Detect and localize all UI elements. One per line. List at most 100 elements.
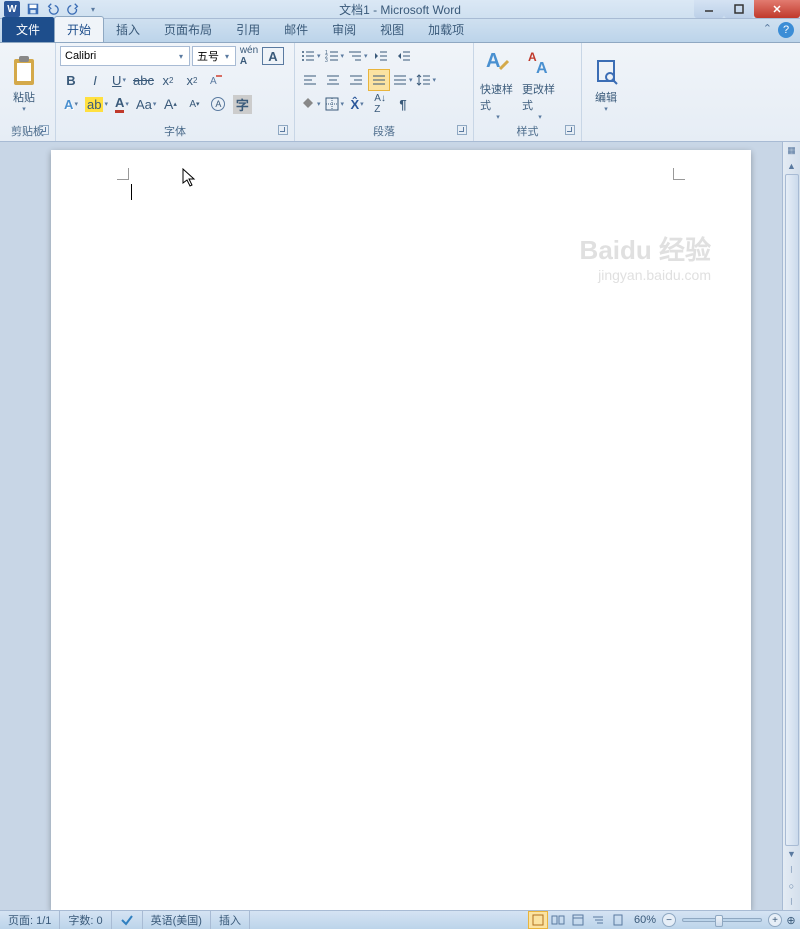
text-cursor [131,184,132,200]
enclose-char-button[interactable]: A [207,93,229,115]
tab-file[interactable]: 文件 [2,17,54,42]
tab-layout[interactable]: 页面布局 [152,17,224,42]
strikethrough-button[interactable]: abc [132,69,155,91]
line-spacing-button[interactable] [415,69,438,91]
status-page[interactable]: 页面: 1/1 [0,911,60,929]
clipboard-group-label: 剪贴板 [4,123,51,139]
subscript-button[interactable]: x2 [157,69,179,91]
status-proofing[interactable] [112,911,143,929]
align-center-button[interactable] [322,69,344,91]
group-edit: 编辑▾ [582,43,630,141]
vertical-scrollbar[interactable]: ▦ ▲ ▼ ⦚ ○ ⦚ [782,142,800,910]
italic-button[interactable]: I [84,69,106,91]
web-layout-view-icon[interactable] [568,911,588,929]
underline-button[interactable]: U [108,69,130,91]
next-page-icon[interactable]: ⦚ [784,894,800,910]
scrollbar-thumb[interactable] [785,174,799,846]
paste-button[interactable]: 粘贴 ▾ [4,45,44,123]
group-styles: A 快速样式▾ AA 更改样式▾ 样式 [474,43,582,141]
text-effects-button[interactable]: A [60,93,82,115]
borders-button[interactable] [323,93,346,115]
margin-marker-top-left [117,168,129,180]
bold-button[interactable]: B [60,69,82,91]
outline-view-icon[interactable] [588,911,608,929]
clear-formatting-button[interactable]: A [205,69,227,91]
zoom-fit-icon[interactable]: ⊕ [782,914,800,927]
zoom-percent[interactable]: 60% [628,914,662,926]
help-icon[interactable]: ? [778,22,794,38]
bullets-button[interactable] [299,45,322,67]
sort-button[interactable]: A↓Z [369,93,391,115]
distribute-button[interactable] [391,69,414,91]
ribbon-tabs: 文件 开始 插入 页面布局 引用 邮件 审阅 视图 加载项 ⌃ ? [0,19,800,43]
increase-indent-button[interactable] [393,45,415,67]
grow-font-button[interactable]: A▴ [159,93,181,115]
save-icon[interactable] [24,0,42,18]
draft-view-icon[interactable] [608,911,628,929]
justify-button[interactable] [368,69,390,91]
status-insert-mode[interactable]: 插入 [211,911,250,929]
tab-mail[interactable]: 邮件 [272,17,320,42]
change-case-button[interactable]: Aa [135,93,157,115]
zoom-slider[interactable] [682,918,762,922]
clipboard-launcher-icon[interactable] [39,125,49,135]
minimize-button[interactable] [694,0,724,18]
group-paragraph: 123 [295,43,474,141]
fullscreen-reading-view-icon[interactable] [548,911,568,929]
styles-launcher-icon[interactable] [565,125,575,135]
character-border-button[interactable]: A [262,47,284,65]
zoom-out-button[interactable]: − [662,913,676,927]
change-styles-label: 更改样式 [522,81,558,113]
tab-references[interactable]: 引用 [224,17,272,42]
paragraph-group-label: 段落 [299,123,469,139]
tab-view[interactable]: 视图 [368,17,416,42]
watermark: Baidu 经验 jingyan.baidu.com [580,230,711,283]
highlight-button[interactable]: ab [84,93,109,115]
status-language[interactable]: 英语(美国) [143,911,211,929]
scroll-up-icon[interactable]: ▲ [784,158,800,174]
asian-layout-button[interactable]: X̂ [346,93,368,115]
margin-marker-top-right [673,168,685,180]
font-name-combo[interactable]: Calibri▾ [60,46,190,66]
ribbon: 粘贴 ▾ 剪贴板 Calibri▾ 五号▾ wénA A B [0,43,800,142]
show-hide-button[interactable]: ¶ [392,93,414,115]
zoom-in-button[interactable]: + [768,913,782,927]
change-styles-button[interactable]: AA 更改样式▾ [520,45,560,123]
find-button[interactable]: 编辑▾ [586,45,626,123]
align-left-button[interactable] [299,69,321,91]
quick-styles-button[interactable]: A 快速样式▾ [478,45,518,123]
tab-home[interactable]: 开始 [54,16,104,42]
decrease-indent-button[interactable] [370,45,392,67]
prev-page-icon[interactable]: ⦚ [784,862,800,878]
status-word-count[interactable]: 字数: 0 [60,911,111,929]
font-size-combo[interactable]: 五号▾ [192,46,236,66]
scroll-down-icon[interactable]: ▼ [784,846,800,862]
svg-text:A: A [486,50,500,72]
font-color-button[interactable]: A [111,93,133,115]
maximize-button[interactable] [724,0,754,18]
char-shading-button[interactable]: 字 [231,93,253,115]
svg-text:3: 3 [325,58,328,64]
paragraph-launcher-icon[interactable] [457,125,467,135]
tab-addins[interactable]: 加载项 [416,17,476,42]
browse-object-icon[interactable]: ○ [784,878,800,894]
tab-insert[interactable]: 插入 [104,17,152,42]
font-group-label: 字体 [60,123,290,139]
ruler-toggle-icon[interactable]: ▦ [784,142,800,158]
align-right-button[interactable] [345,69,367,91]
print-layout-view-icon[interactable] [528,911,548,929]
page[interactable]: Baidu 经验 jingyan.baidu.com [51,150,751,910]
phonetic-guide-button[interactable]: wénA [238,45,260,67]
superscript-button[interactable]: x2 [181,69,203,91]
document-scroll[interactable]: Baidu 经验 jingyan.baidu.com [0,142,782,910]
shading-button[interactable] [299,93,322,115]
tab-review[interactable]: 审阅 [320,17,368,42]
close-button[interactable] [754,0,800,18]
shrink-font-button[interactable]: A▾ [183,93,205,115]
zoom-slider-thumb[interactable] [715,915,723,927]
font-launcher-icon[interactable] [278,125,288,135]
numbering-button[interactable]: 123 [323,45,346,67]
multilevel-list-button[interactable] [346,45,369,67]
minimize-ribbon-icon[interactable]: ⌃ [763,22,772,38]
svg-text:A: A [210,76,217,87]
